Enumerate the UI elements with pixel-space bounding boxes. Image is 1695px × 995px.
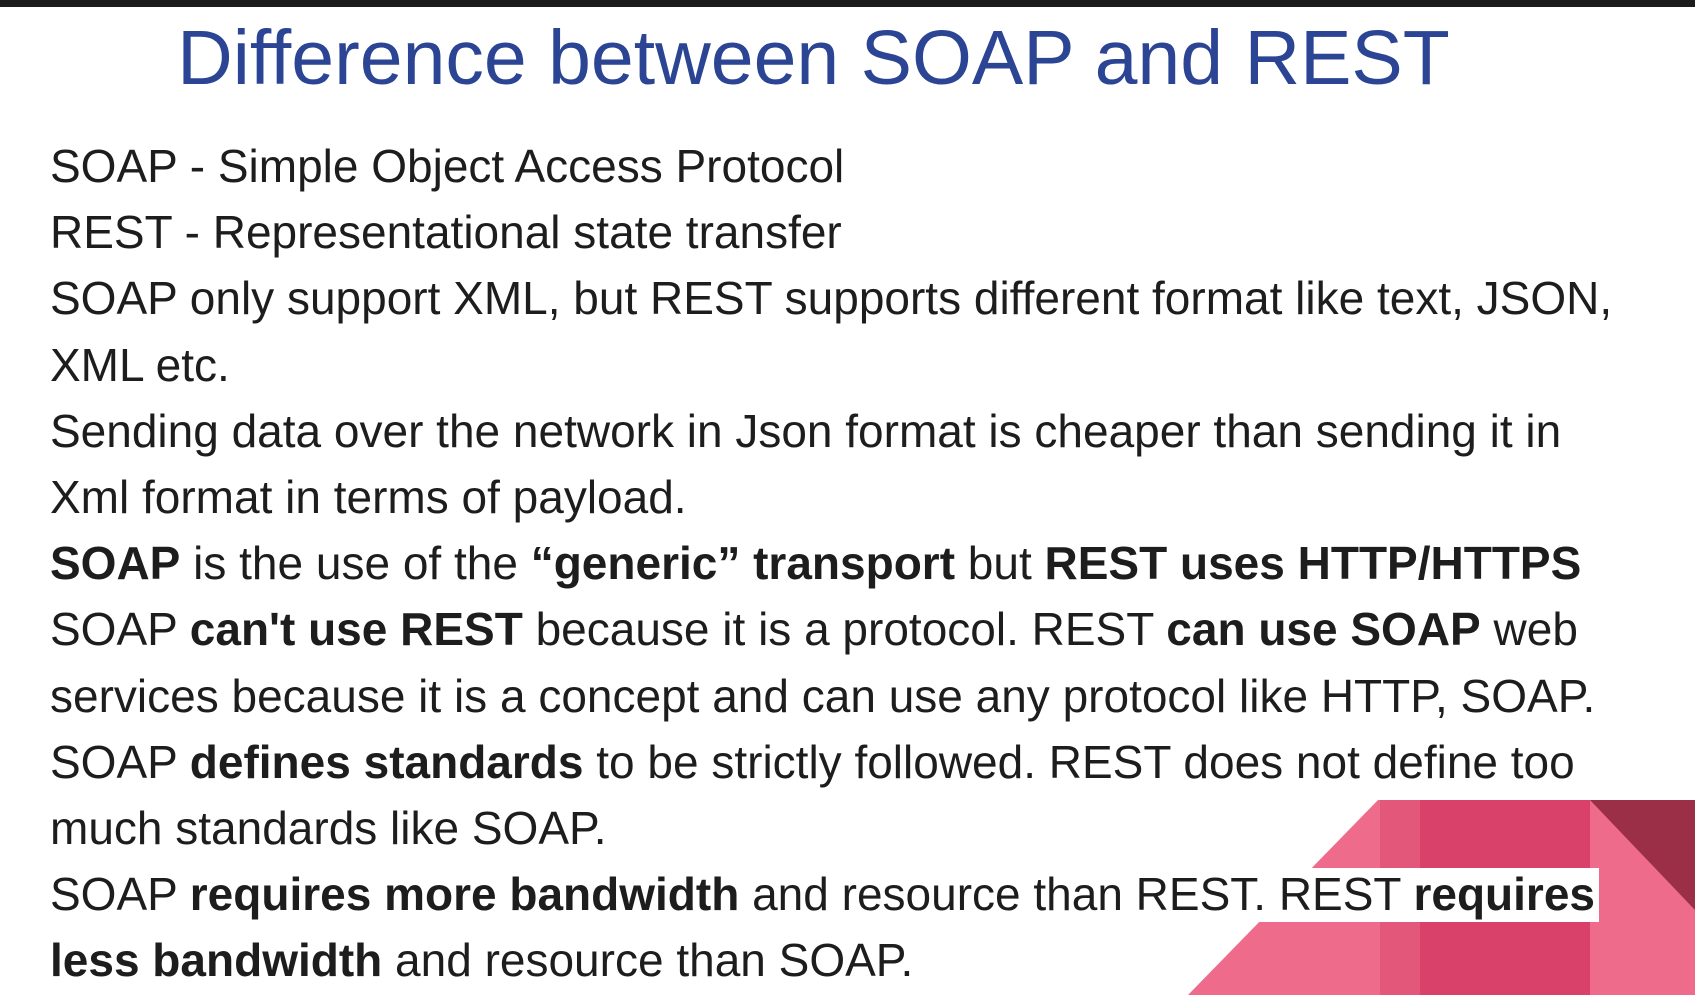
text-segment: services because it is a concept and can… <box>50 669 1596 722</box>
text-segment: SOAP <box>50 868 190 921</box>
text-segment: much standards like SOAP. <box>50 801 607 854</box>
bold-text-segment: can use SOAP <box>1166 603 1481 656</box>
text-line-12: SOAP requires more bandwidth and resourc… <box>46 861 1690 927</box>
text-segment: Sending data over the network in Json fo… <box>50 404 1562 457</box>
slide-title: Difference between SOAP and REST <box>177 15 1450 101</box>
text-line-7: SOAP is the use of the “generic” transpo… <box>50 530 1690 596</box>
text-segment: and resource than REST. REST <box>739 868 1414 921</box>
text-segment: REST - Representational state transfer <box>50 206 842 259</box>
highlighted-line-background: SOAP requires more bandwidth and resourc… <box>46 868 1599 923</box>
text-line-3: SOAP only support XML, but REST supports… <box>50 265 1690 331</box>
text-segment: SOAP <box>50 735 190 788</box>
text-segment: because it is a protocol. REST <box>522 603 1167 656</box>
text-segment: SOAP <box>50 603 190 656</box>
text-line-8: SOAP can't use REST because it is a prot… <box>50 596 1690 662</box>
bold-text-segment: requires more bandwidth <box>189 868 740 921</box>
bold-text-segment: “generic” transport <box>530 537 956 590</box>
bold-text-segment: requires <box>1413 868 1595 921</box>
text-segment: Xml format in terms of payload. <box>50 470 687 523</box>
bold-text-segment: defines standards <box>189 735 584 788</box>
text-line-9: services because it is a concept and can… <box>50 663 1690 729</box>
text-line-4: XML etc. <box>50 332 1690 398</box>
text-segment: but <box>955 537 1045 590</box>
bold-text-segment: less bandwidth <box>50 934 383 987</box>
text-line-13: less bandwidth and resource than SOAP. <box>50 927 1690 993</box>
text-segment: and resource than SOAP. <box>382 934 914 987</box>
text-segment: is the use of the <box>180 537 531 590</box>
text-line-2: REST - Representational state transfer <box>50 199 1690 265</box>
bullet-content: SOAP - Simple Object Access Protocol REST… <box>46 133 1690 993</box>
text-segment: SOAP - Simple Object Access Protocol <box>50 140 845 192</box>
text-line-6: Xml format in terms of payload. <box>50 464 1690 530</box>
text-line-1: SOAP - Simple Object Access Protocol <box>50 133 1690 199</box>
text-segment: to be strictly followed. REST does not d… <box>583 735 1575 788</box>
text-segment: web <box>1480 603 1578 656</box>
bold-text-segment: can't use REST <box>189 603 523 656</box>
bold-text-segment: SOAP <box>50 537 181 590</box>
text-segment: XML etc. <box>50 338 230 391</box>
text-line-5: Sending data over the network in Json fo… <box>50 398 1690 464</box>
bold-text-segment: REST uses HTTP/HTTPS <box>1044 537 1582 590</box>
text-segment: SOAP only support XML, but REST supports… <box>50 272 1613 325</box>
text-line-10: SOAP defines standards to be strictly fo… <box>50 729 1690 795</box>
text-line-11: much standards like SOAP. <box>50 795 1690 861</box>
